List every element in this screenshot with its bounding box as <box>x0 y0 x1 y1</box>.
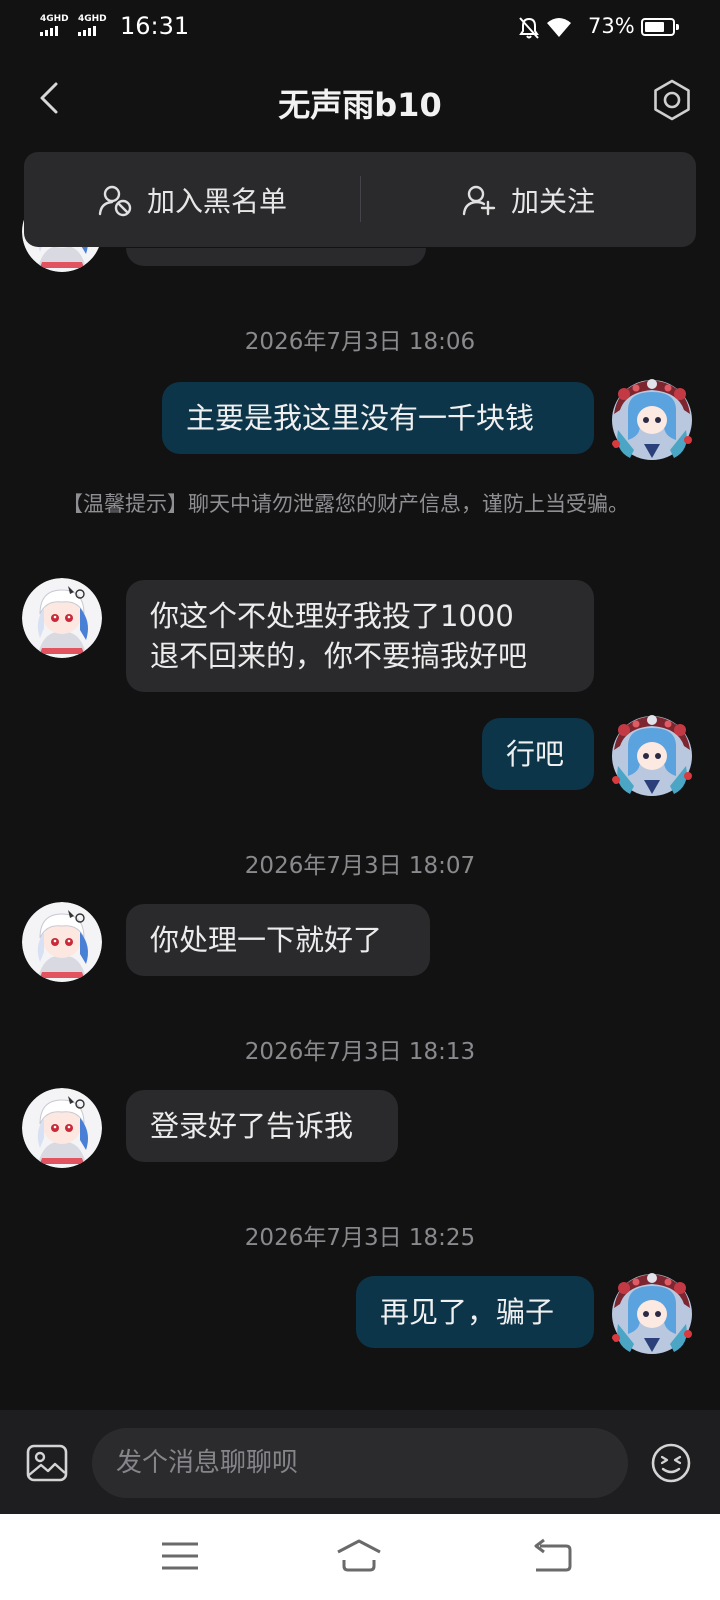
incoming-message-bubble[interactable]: 登录好了告诉我 <box>126 1090 398 1162</box>
contact-avatar[interactable] <box>22 1088 102 1168</box>
network-type-1: 4GHD <box>40 14 69 24</box>
follow-label: 加关注 <box>510 184 595 218</box>
my-avatar[interactable] <box>604 1264 700 1360</box>
wifi-icon <box>547 18 571 37</box>
incoming-message-bubble[interactable]: 你处理一下就好了 <box>126 904 430 976</box>
partial-message-bubble <box>126 248 426 266</box>
outgoing-message-bubble[interactable]: 行吧 <box>482 718 594 790</box>
add-to-blacklist-label: 加入黑名单 <box>146 184 287 218</box>
action-bar: 加入黑名单 加关注 <box>24 152 696 247</box>
message-timestamp: 2026年7月3日 18:25 <box>244 1225 476 1251</box>
contact-avatar[interactable] <box>22 578 102 658</box>
mute-icon <box>519 17 539 39</box>
message-input-bar <box>0 1410 720 1514</box>
contact-avatar[interactable] <box>22 902 102 982</box>
signal-icon-1: 4GHD <box>40 14 69 36</box>
battery-level-fill <box>645 22 664 32</box>
home-icon[interactable] <box>334 1536 384 1576</box>
battery-icon <box>641 18 679 36</box>
status-time: 16:31 <box>120 12 190 40</box>
battery-percent: 73% <box>588 14 635 38</box>
message-timestamp: 2026年7月3日 18:13 <box>244 1039 476 1065</box>
message-timestamp: 2026年7月3日 18:07 <box>244 853 476 879</box>
outgoing-message-bubble[interactable]: 再见了，骗子 <box>356 1276 594 1348</box>
message-timestamp: 2026年7月3日 18:06 <box>244 329 476 355</box>
status-bar: 4GHD 4GHD 16:31 73% <box>0 0 720 56</box>
signal-icon-2: 4GHD <box>78 14 107 36</box>
emoji-icon[interactable] <box>650 1442 692 1484</box>
system-nav-bar <box>0 1514 720 1600</box>
my-avatar[interactable] <box>604 706 700 802</box>
my-avatar[interactable] <box>604 370 700 466</box>
user-add-icon <box>462 185 496 215</box>
network-type-2: 4GHD <box>78 14 107 24</box>
user-block-icon <box>98 185 132 216</box>
back-icon[interactable] <box>530 1536 574 1576</box>
outgoing-message-bubble[interactable]: 主要是我这里没有一千块钱 <box>162 382 594 454</box>
menu-icon[interactable] <box>158 1536 202 1576</box>
incoming-message-bubble[interactable]: 你这个不处理好我投了1000 退不回来的，你不要搞我好吧 <box>126 580 594 692</box>
chat-title: 无声雨b10 <box>278 86 442 124</box>
follow-button[interactable]: 加关注 <box>360 152 696 247</box>
add-to-blacklist-button[interactable]: 加入黑名单 <box>24 152 360 247</box>
settings-hexagon-icon[interactable] <box>650 78 694 122</box>
image-icon[interactable] <box>26 1444 68 1482</box>
safety-tip: 【温馨提示】聊天中请勿泄露您的财产信息，谨防上当受骗。 <box>62 492 629 516</box>
chat-header: 无声雨b10 <box>0 60 720 140</box>
message-input[interactable] <box>92 1428 628 1498</box>
